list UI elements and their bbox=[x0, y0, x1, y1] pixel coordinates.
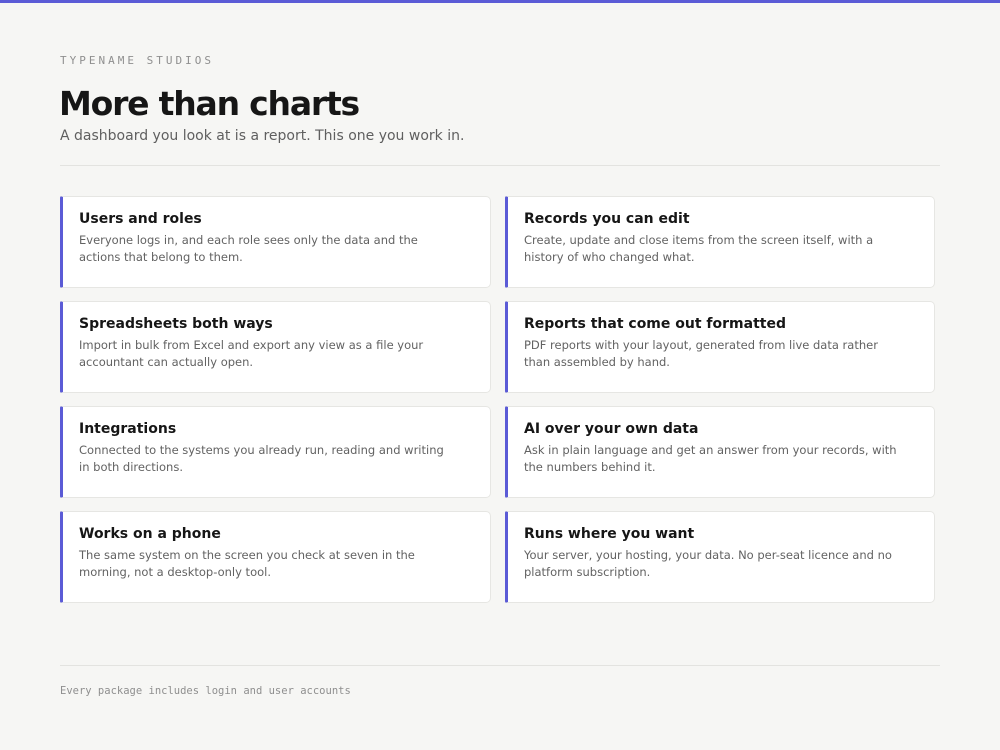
feature-title: Integrations bbox=[79, 421, 177, 437]
feature-card-works-on-phone[interactable]: Works on a phone The same system on the … bbox=[60, 511, 491, 603]
feature-description: Create, update and close items from the … bbox=[524, 233, 874, 264]
footer-note: Every package includes login and user ac… bbox=[60, 685, 351, 697]
brand-eyebrow: TYPENAME STUDIOS bbox=[60, 54, 214, 67]
feature-description: Import in bulk from Excel and export any… bbox=[79, 338, 424, 369]
feature-title: Users and roles bbox=[79, 211, 202, 227]
feature-title: Works on a phone bbox=[79, 526, 221, 542]
feature-title: Reports that come out formatted bbox=[524, 316, 786, 332]
feature-description: Everyone logs in, and each role sees onl… bbox=[79, 233, 418, 264]
feature-card-reports-formatted[interactable]: Reports that come out formatted PDF repo… bbox=[505, 301, 935, 393]
feature-description: The same system on the screen you check … bbox=[79, 548, 415, 579]
feature-description: Connected to the systems you already run… bbox=[79, 443, 444, 474]
feature-card-ai-over-data[interactable]: AI over your own data Ask in plain langu… bbox=[505, 406, 935, 498]
feature-title: Spreadsheets both ways bbox=[79, 316, 273, 332]
feature-card-users-and-roles[interactable]: Users and roles Everyone logs in, and ea… bbox=[60, 196, 491, 288]
divider bbox=[60, 665, 940, 666]
feature-description: PDF reports with your layout, generated … bbox=[524, 338, 878, 369]
feature-title: Runs where you want bbox=[524, 526, 695, 542]
feature-description: Ask in plain language and get an answer … bbox=[524, 443, 897, 474]
feature-description: Your server, your hosting, your data. No… bbox=[524, 548, 892, 579]
feature-card-records-you-can-edit[interactable]: Records you can edit Create, update and … bbox=[505, 196, 935, 288]
feature-card-integrations[interactable]: Integrations Connected to the systems yo… bbox=[60, 406, 491, 498]
divider bbox=[60, 165, 940, 166]
feature-grid: Users and roles Everyone logs in, and ea… bbox=[60, 196, 935, 603]
page-title: More than charts bbox=[59, 84, 360, 123]
feature-title: AI over your own data bbox=[524, 421, 699, 437]
feature-title: Records you can edit bbox=[524, 211, 690, 227]
accent-top-bar bbox=[0, 0, 1000, 3]
feature-card-spreadsheets-both-ways[interactable]: Spreadsheets both ways Import in bulk fr… bbox=[60, 301, 491, 393]
feature-card-runs-where-you-want[interactable]: Runs where you want Your server, your ho… bbox=[505, 511, 935, 603]
page-subtitle: A dashboard you look at is a report. Thi… bbox=[60, 128, 465, 144]
